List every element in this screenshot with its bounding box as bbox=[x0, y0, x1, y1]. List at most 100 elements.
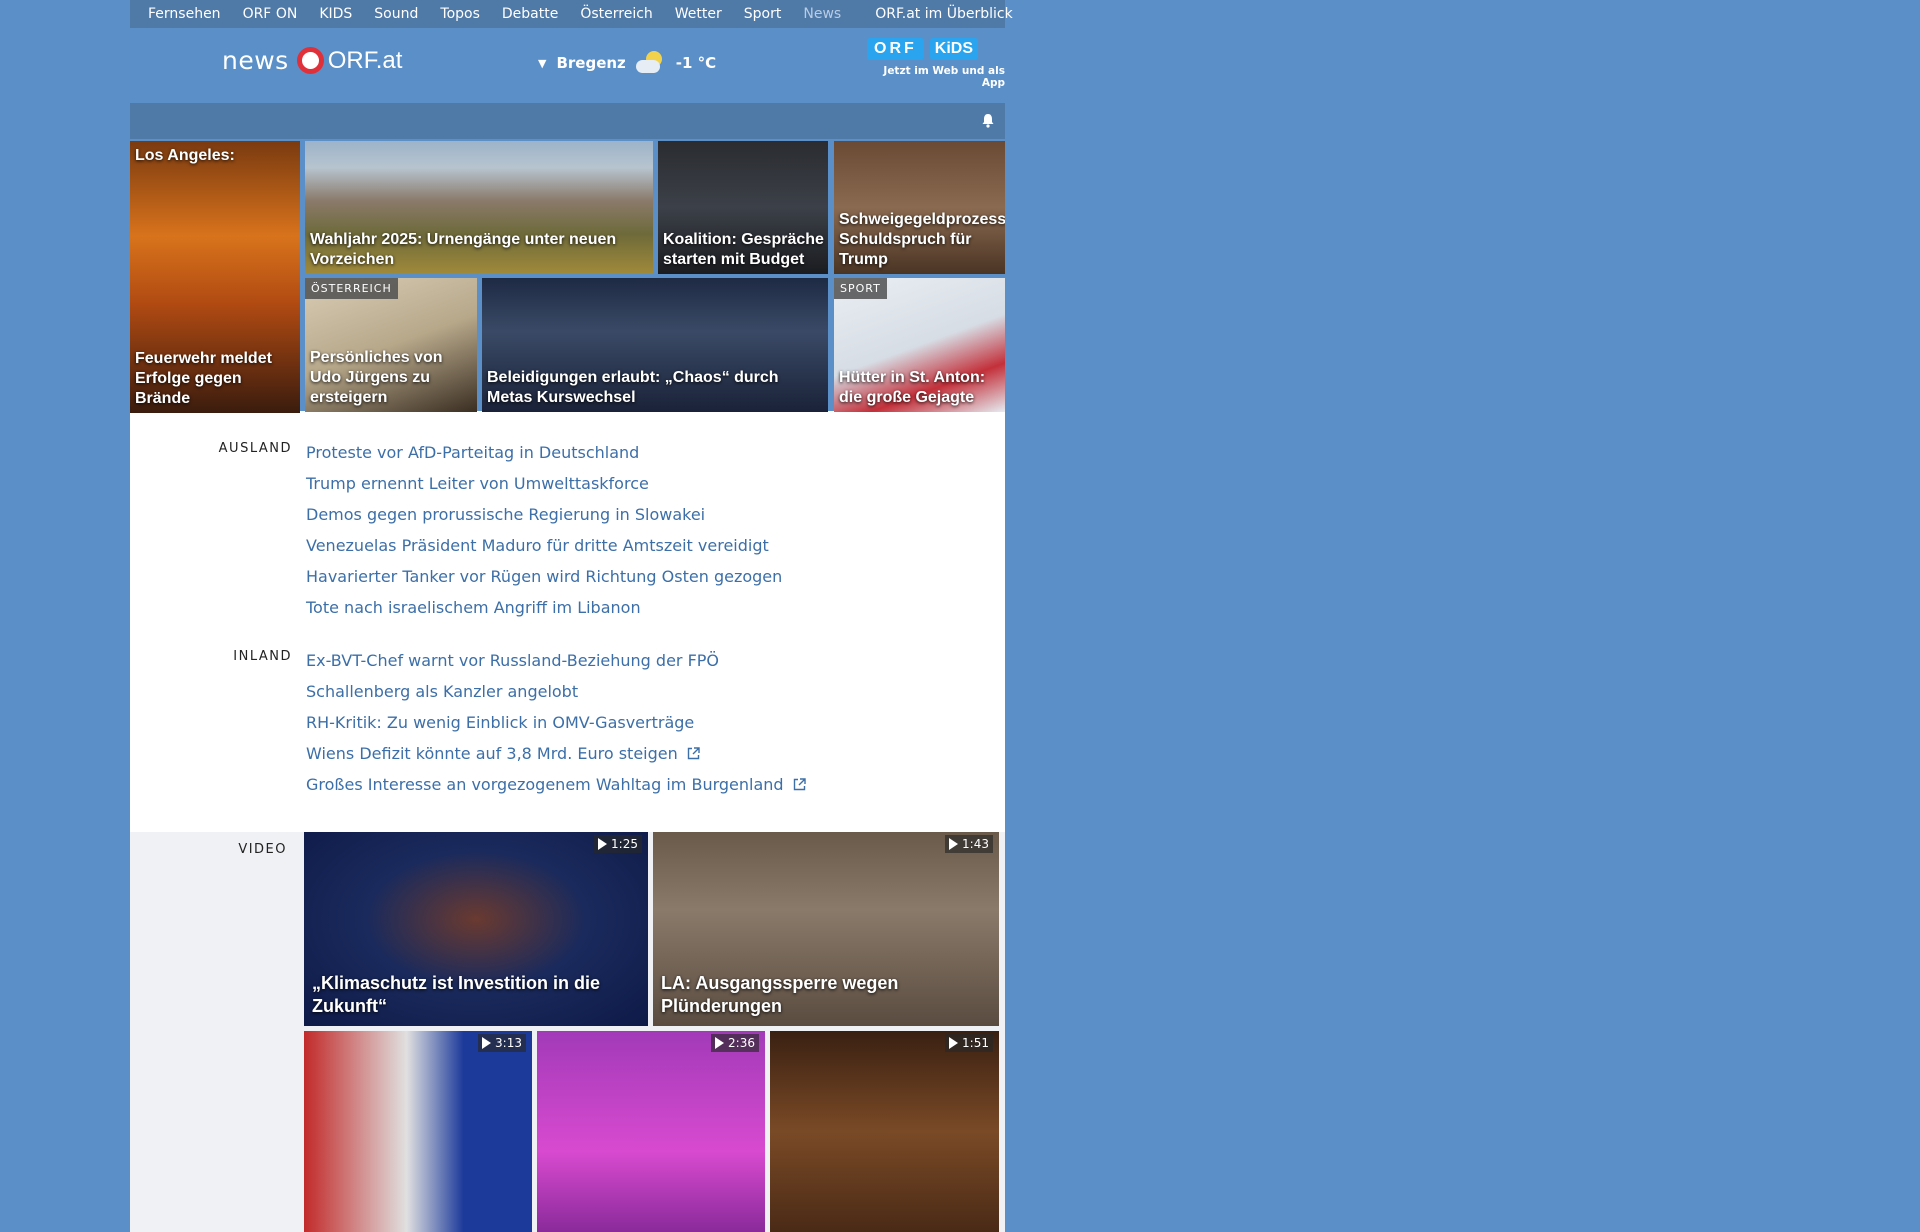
teaser-tile[interactable]: SPORT Hütter in St. Anton: die große Gej… bbox=[834, 278, 1005, 412]
nav-overview[interactable]: ORF.at im Überblick bbox=[875, 6, 1012, 22]
list-item: Ex-BVT-Chef warnt vor Russland-Beziehung… bbox=[306, 645, 806, 676]
play-icon bbox=[715, 1037, 725, 1049]
headline-link[interactable]: Demos gegen prorussische Regierung in Sl… bbox=[306, 505, 705, 524]
list-item: Schallenberg als Kanzler angelobt bbox=[306, 676, 806, 707]
headline-link[interactable]: Trump ernennt Leiter von Umwelttaskforce bbox=[306, 474, 649, 493]
list-item: Venezuelas Präsident Maduro für dritte A… bbox=[306, 530, 782, 561]
teaser-title: Koalition: Gespräche starten mit Budget bbox=[663, 231, 824, 268]
headline-link[interactable]: Wiens Defizit könnte auf 3,8 Mrd. Euro s… bbox=[306, 744, 678, 763]
external-link-icon bbox=[687, 747, 700, 760]
bell-icon[interactable] bbox=[981, 113, 995, 128]
video-duration: 1:43 bbox=[945, 835, 993, 853]
teaser-grid: Los Angeles: Feuerwehr meldet Erfolge ge… bbox=[130, 139, 1005, 413]
weather-temperature: -1 °C bbox=[675, 54, 717, 72]
video-tile[interactable]: 2:36 bbox=[537, 1031, 765, 1232]
section-inland: INLAND Ex-BVT-Chef warnt vor Russland-Be… bbox=[130, 645, 1005, 800]
headline-link[interactable]: Großes Interesse an vorgezogenem Wahltag… bbox=[306, 775, 784, 794]
nav-sound[interactable]: Sound bbox=[374, 6, 418, 22]
top-navigation: Fernsehen ORF ON KIDS Sound Topos Debatt… bbox=[130, 0, 1013, 28]
teaser-title: Wahljahr 2025: Urnengänge unter neuen Vo… bbox=[310, 231, 617, 268]
list-item: Wiens Defizit könnte auf 3,8 Mrd. Euro s… bbox=[306, 738, 806, 769]
section-label: AUSLAND bbox=[218, 441, 292, 456]
kids-badge: KiDS bbox=[929, 38, 979, 60]
section-label: VIDEO bbox=[238, 842, 287, 857]
teaser-top-label: Los Angeles: bbox=[135, 147, 235, 164]
nav-topos[interactable]: Topos bbox=[440, 6, 479, 22]
teaser-tile[interactable]: Beleidigungen erlaubt: „Chaos“ durch Met… bbox=[482, 278, 828, 412]
page: Fernsehen ORF ON KIDS Sound Topos Debatt… bbox=[130, 0, 1013, 1232]
play-icon bbox=[598, 838, 608, 850]
section-ausland: AUSLAND Proteste vor AfD-Parteitag in De… bbox=[130, 437, 1005, 623]
video-duration: 3:13 bbox=[478, 1034, 526, 1052]
headline-link[interactable]: Havarierter Tanker vor Rügen wird Richtu… bbox=[306, 567, 782, 586]
news-orf-logo[interactable]: news ORF.at bbox=[222, 46, 402, 75]
list-item: Trump ernennt Leiter von Umwelttaskforce bbox=[306, 468, 782, 499]
video-duration: 2:36 bbox=[711, 1034, 759, 1052]
play-icon bbox=[482, 1037, 492, 1049]
video-duration: 1:51 bbox=[945, 1034, 993, 1052]
video-tile[interactable]: 1:43 LA: Ausgangssperre wegen Plünderung… bbox=[653, 832, 999, 1026]
headline-link[interactable]: Tote nach israelischem Angriff im Libano… bbox=[306, 598, 641, 617]
orf-ring-icon bbox=[296, 47, 324, 74]
teaser-tile[interactable]: Koalition: Gespräche starten mit Budget bbox=[658, 141, 828, 274]
weather-city: Bregenz bbox=[556, 54, 626, 72]
logo-orf-text: ORF.at bbox=[327, 46, 403, 74]
nav-wetter[interactable]: Wetter bbox=[675, 6, 722, 22]
teaser-tile[interactable]: Los Angeles: Feuerwehr meldet Erfolge ge… bbox=[130, 141, 300, 413]
headline-link[interactable]: Venezuelas Präsident Maduro für dritte A… bbox=[306, 536, 769, 555]
nav-sport[interactable]: Sport bbox=[744, 6, 782, 22]
news-lists: AUSLAND Proteste vor AfD-Parteitag in De… bbox=[130, 411, 1005, 832]
teaser-title: Persönliches von Udo Jürgens zu ersteige… bbox=[310, 349, 443, 406]
headline-link[interactable]: Proteste vor AfD-Parteitag in Deutschlan… bbox=[306, 443, 639, 462]
headline-link[interactable]: RH-Kritik: Zu wenig Einblick in OMV-Gasv… bbox=[306, 713, 694, 732]
notification-bar bbox=[130, 103, 1005, 139]
nav-oesterreich[interactable]: Österreich bbox=[580, 6, 652, 22]
teaser-tile[interactable]: Schweigegeldprozess: Schuldspruch für Tr… bbox=[834, 141, 1005, 274]
headline-list: Ex-BVT-Chef warnt vor Russland-Beziehung… bbox=[306, 645, 806, 800]
video-grid: 1:25 „Klimaschutz ist Investition in die… bbox=[304, 832, 1004, 1232]
section-video: VIDEO 1:25 „Klimaschutz ist Investition … bbox=[130, 832, 1005, 1232]
list-item: RH-Kritik: Zu wenig Einblick in OMV-Gasv… bbox=[306, 707, 806, 738]
list-item: Großes Interesse an vorgezogenem Wahltag… bbox=[306, 769, 806, 800]
headline-list: Proteste vor AfD-Parteitag in Deutschlan… bbox=[306, 437, 782, 623]
teaser-tile[interactable]: Wahljahr 2025: Urnengänge unter neuen Vo… bbox=[305, 141, 653, 274]
sun-cloud-icon bbox=[634, 48, 668, 78]
list-item: Demos gegen prorussische Regierung in Sl… bbox=[306, 499, 782, 530]
teaser-title: Hütter in St. Anton: die große Gejagte bbox=[839, 369, 986, 406]
list-item: Havarierter Tanker vor Rügen wird Richtu… bbox=[306, 561, 782, 592]
nav-kids[interactable]: KIDS bbox=[319, 6, 352, 22]
orf-badge: ORF bbox=[867, 38, 924, 60]
category-kicker: ÖSTERREICH bbox=[305, 278, 398, 299]
video-tile[interactable]: 3:13 bbox=[304, 1031, 532, 1232]
teaser-title: Beleidigungen erlaubt: „Chaos“ durch Met… bbox=[487, 369, 779, 406]
teaser-title: Feuerwehr meldet Erfolge gegen Brände bbox=[135, 350, 272, 407]
duration-text: 2:36 bbox=[728, 1036, 755, 1050]
list-item: Proteste vor AfD-Parteitag in Deutschlan… bbox=[306, 437, 782, 468]
logo-news-text: news bbox=[222, 46, 289, 75]
weather-widget[interactable]: ▼ Bregenz -1 °C bbox=[538, 48, 716, 78]
duration-text: 1:51 bbox=[962, 1036, 989, 1050]
header: news ORF.at ▼ Bregenz -1 °C ORF KiDS Jet… bbox=[130, 28, 1005, 103]
headline-link[interactable]: Ex-BVT-Chef warnt vor Russland-Beziehung… bbox=[306, 651, 719, 670]
nav-orf-on[interactable]: ORF ON bbox=[243, 6, 298, 22]
kids-tagline: Jetzt im Web und als App bbox=[883, 65, 1005, 89]
nav-debatte[interactable]: Debatte bbox=[502, 6, 558, 22]
play-icon bbox=[949, 838, 959, 850]
nav-fernsehen[interactable]: Fernsehen bbox=[148, 6, 221, 22]
headline-link[interactable]: Schallenberg als Kanzler angelobt bbox=[306, 682, 578, 701]
nav-news[interactable]: News bbox=[803, 6, 841, 22]
chevron-down-icon: ▼ bbox=[538, 56, 547, 70]
teaser-tile[interactable]: ÖSTERREICH Persönliches von Udo Jürgens … bbox=[305, 278, 477, 412]
video-tile[interactable]: 1:25 „Klimaschutz ist Investition in die… bbox=[304, 832, 648, 1026]
list-item: Tote nach israelischem Angriff im Libano… bbox=[306, 592, 782, 623]
duration-text: 3:13 bbox=[495, 1036, 522, 1050]
duration-text: 1:43 bbox=[962, 837, 989, 851]
orf-kids-promo[interactable]: ORF KiDS Jetzt im Web und als App bbox=[867, 38, 1005, 89]
teaser-title: Schweigegeldprozess: Schuldspruch für Tr… bbox=[839, 211, 1005, 268]
video-title: „Klimaschutz ist Investition in die Zuku… bbox=[312, 973, 601, 1016]
video-tile[interactable]: 1:51 bbox=[770, 1031, 999, 1232]
external-link-icon bbox=[793, 778, 806, 791]
video-duration: 1:25 bbox=[594, 835, 642, 853]
section-label: INLAND bbox=[233, 649, 292, 664]
category-kicker: SPORT bbox=[834, 278, 887, 299]
